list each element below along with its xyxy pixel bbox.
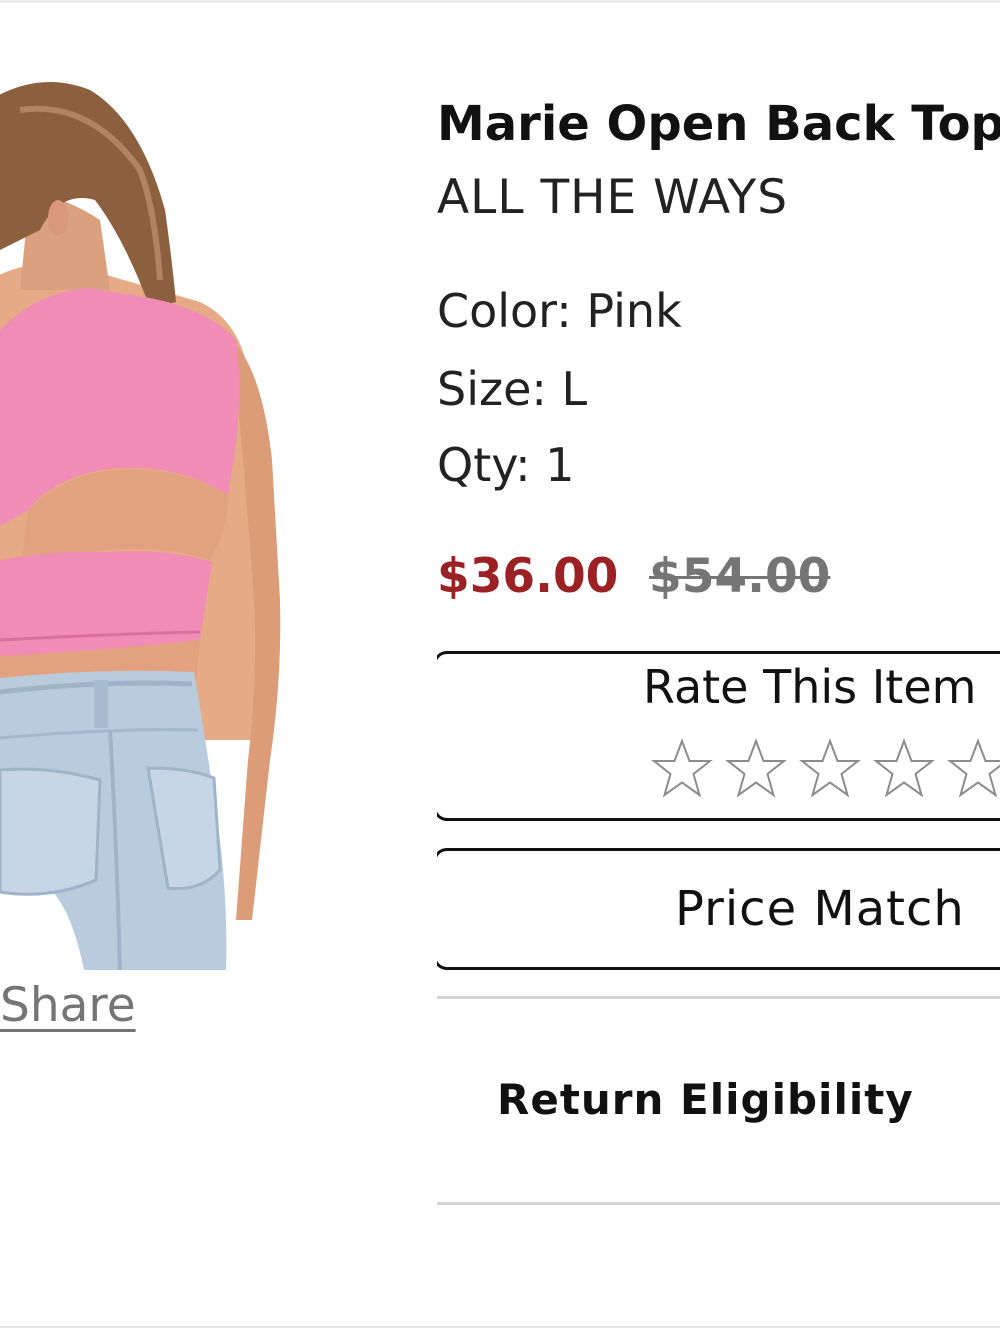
color-detail: Color: Pink: [437, 284, 682, 338]
brand-name[interactable]: ALL THE WAYS: [437, 170, 788, 225]
star-icon[interactable]: [947, 738, 1000, 800]
share-link[interactable]: Share: [0, 978, 136, 1033]
sale-price: $36.00: [437, 549, 619, 604]
divider: [437, 996, 1000, 999]
return-eligibility-link[interactable]: Return Eligibility: [497, 1075, 914, 1124]
star-icon[interactable]: [725, 738, 787, 800]
star-icon[interactable]: [873, 738, 935, 800]
divider: [437, 1202, 1000, 1205]
original-price: $54.00: [649, 549, 831, 604]
star-icon[interactable]: [799, 738, 861, 800]
product-details: Marie Open Back Top ALL THE WAYS Color: …: [437, 0, 1000, 1333]
rate-item-label: Rate This Item: [643, 660, 977, 714]
quantity-detail: Qty: 1: [437, 438, 575, 492]
star-icon[interactable]: [651, 738, 713, 800]
price-match-label: Price Match: [675, 881, 965, 937]
star-rating[interactable]: [651, 738, 1000, 804]
product-title: Marie Open Back Top: [437, 96, 1000, 152]
product-photo[interactable]: [0, 40, 290, 970]
size-detail: Size: L: [437, 362, 588, 416]
bottom-rule: [0, 1326, 1000, 1328]
